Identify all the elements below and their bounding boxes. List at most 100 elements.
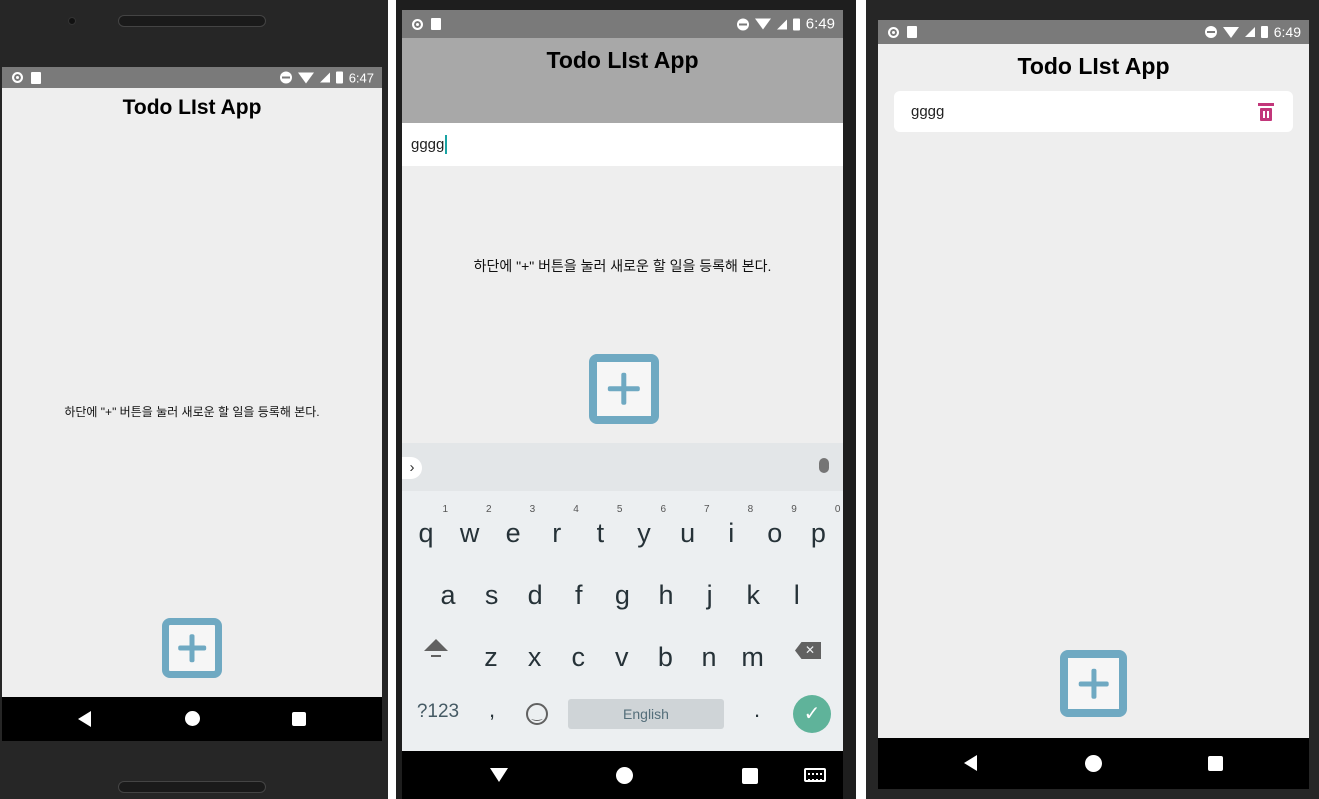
keyboard: › q1w2e3r4t5y6u7i8o9p0 asdfghjkl zxcvbnm… [402,443,843,751]
battery-icon [792,18,800,30]
key-c[interactable]: c [556,642,600,673]
key-label: e [505,518,521,548]
key-i[interactable]: i8 [709,504,753,549]
todo-input-value: gggg [411,136,445,153]
key-label: s [484,580,499,610]
sd-card-icon [431,18,441,30]
key-label: c [571,642,585,672]
status-time: 6:49 [1273,24,1301,40]
key-b[interactable]: b [643,642,687,673]
key-number-hint: 0 [834,504,841,515]
key-d[interactable]: d [513,580,557,611]
recents-icon[interactable] [1208,756,1223,771]
key-m[interactable]: m [731,642,775,673]
back-icon[interactable] [964,755,977,771]
key-number-hint: 7 [704,504,710,515]
wifi-icon [754,18,771,30]
key-l[interactable]: l [775,580,819,611]
key-number-hint: 3 [529,504,536,515]
trash-icon[interactable] [1258,102,1274,121]
key-a[interactable]: a [426,580,470,611]
key-t[interactable]: t5 [578,504,623,549]
key-number-hint: 6 [660,504,666,515]
battery-icon [1260,26,1268,38]
key-n[interactable]: n [687,642,731,673]
notification-icon [412,18,423,30]
key-r[interactable]: r4 [535,504,579,549]
key-j[interactable]: j [688,580,732,611]
chevron-right-icon[interactable]: › [402,457,422,479]
todo-input[interactable]: gggg [402,123,843,166]
key-k[interactable]: k [731,580,775,611]
status-time: 6:47 [348,70,374,85]
backspace-icon[interactable]: ✕ [795,642,821,659]
key-label: f [575,580,583,610]
key-u[interactable]: u7 [666,504,710,549]
phone-frame-1: 6:47 Todo LIst App 하단에 "+" 버튼을 눌러 새로운 할 … [0,0,388,799]
key-x[interactable]: x [513,642,557,673]
key-label: a [440,580,456,610]
recents-icon[interactable] [292,712,306,726]
status-bar: 6:47 [2,67,382,88]
key-label: g [614,580,630,610]
key-w[interactable]: w2 [448,504,492,549]
do-not-disturb-icon [736,18,749,30]
key-label: r [552,518,562,548]
add-button[interactable] [589,354,659,424]
key-g[interactable]: g [600,580,644,611]
suggestion-strip: › [402,443,843,491]
recents-icon[interactable] [742,768,758,784]
key-p[interactable]: p0 [796,504,841,549]
key-number-hint: 9 [791,504,797,515]
speaker-bottom [118,781,266,793]
key-label: p [810,518,826,548]
hide-keyboard-icon[interactable] [490,768,508,782]
key-label: u [680,518,696,548]
key-z[interactable]: z [469,642,513,673]
wifi-icon [297,72,314,83]
key-label: y [637,518,651,548]
microphone-icon[interactable] [819,458,829,473]
nav-bar [2,697,382,741]
key-q[interactable]: q1 [404,504,448,549]
signal-icon [1244,27,1255,37]
battery-icon [335,71,343,84]
shift-icon[interactable] [424,639,448,651]
symbols-key[interactable]: ?123 [410,701,466,723]
key-number-hint: 4 [573,504,579,515]
key-v[interactable]: v [600,642,644,673]
add-button[interactable] [1060,650,1127,717]
todo-item[interactable]: gggg [894,91,1293,132]
signal-icon [319,72,330,83]
add-button[interactable] [162,618,222,678]
key-h[interactable]: h [644,580,688,611]
key-s[interactable]: s [470,580,514,611]
notification-icon [12,72,23,83]
key-f[interactable]: f [557,580,601,611]
emoji-icon[interactable]: ‿ [526,703,548,725]
check-icon: ✓ [803,703,821,725]
key-e[interactable]: e3 [491,504,536,549]
key-y[interactable]: y6 [622,504,666,549]
camera [68,17,76,25]
keyboard-icon[interactable] [804,768,826,782]
shift-underline [431,655,441,657]
period-key[interactable]: . [735,697,779,723]
home-icon[interactable] [185,711,200,726]
sd-card-icon [907,26,917,38]
page-title: Todo LIst App [122,96,262,119]
key-label: d [527,580,543,610]
status-bar: 6:49 [878,20,1309,44]
key-label: b [657,642,673,672]
key-o[interactable]: o9 [753,504,797,549]
phone-frame-3: 6:49 Todo LIst App gggg [866,0,1319,799]
key-label: o [767,518,783,548]
home-icon[interactable] [616,767,633,784]
space-key[interactable]: English [568,699,724,729]
key-label: x [527,642,542,672]
enter-key[interactable]: ✓ [793,695,831,733]
key-label: i [728,518,735,548]
back-icon[interactable] [78,711,91,727]
comma-key[interactable]: , [470,697,514,723]
home-icon[interactable] [1085,755,1102,772]
